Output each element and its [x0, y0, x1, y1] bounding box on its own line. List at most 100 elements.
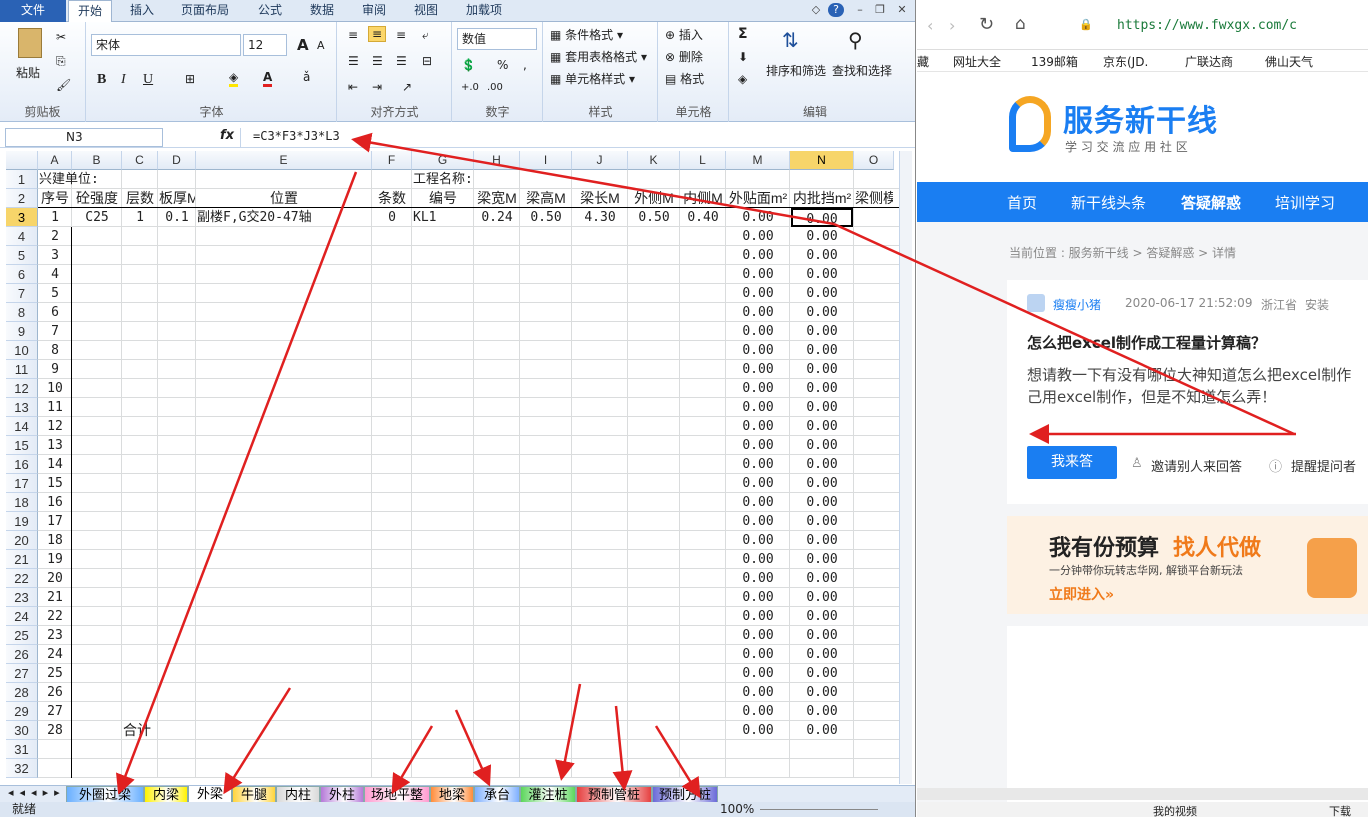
- zero-cell[interactable]: 0.00: [791, 474, 853, 493]
- data-cell[interactable]: 0.24: [475, 208, 519, 227]
- tab-home[interactable]: 开始: [68, 0, 112, 23]
- row-number-cell[interactable]: 21: [39, 588, 71, 607]
- data-cell[interactable]: 0: [373, 208, 411, 227]
- row-number-cell[interactable]: 24: [39, 645, 71, 664]
- bold-button[interactable]: B: [97, 72, 106, 88]
- zero-cell[interactable]: 0.00: [791, 265, 853, 284]
- data-cell[interactable]: 副楼F,G交20-47轴: [197, 208, 371, 227]
- promo-banner[interactable]: 我有份预算 找人代做 一分钟带你玩转志华网, 解锁平台新玩法 立即进入»: [1007, 516, 1368, 614]
- row-number-cell[interactable]: 19: [39, 550, 71, 569]
- header-cell[interactable]: 梁高M: [521, 189, 571, 208]
- row-header[interactable]: 20: [6, 531, 38, 550]
- spreadsheet-grid[interactable]: A B C D E F G H I J K L M N O 1 2 3 4 5 6 7 8 9 10 11 12 13 14 15 16 17…: [6, 151, 899, 784]
- bookmark-item[interactable]: 网址大全: [953, 53, 1001, 70]
- row-header[interactable]: 4: [6, 227, 38, 246]
- row-header[interactable]: 14: [6, 417, 38, 436]
- copy-icon[interactable]: ⎘: [56, 54, 66, 69]
- zero-cell[interactable]: 0.00: [727, 531, 789, 550]
- row-header[interactable]: 24: [6, 607, 38, 626]
- row-header[interactable]: 22: [6, 569, 38, 588]
- row-number-cell[interactable]: 23: [39, 626, 71, 645]
- align-right-icon[interactable]: ☰: [396, 54, 407, 68]
- font-color-icon[interactable]: A: [263, 70, 273, 87]
- sort-filter-icon[interactable]: ⇅: [782, 28, 799, 52]
- sheet-tab[interactable]: 外圈过梁: [66, 786, 144, 803]
- number-format-select[interactable]: 数值: [457, 28, 537, 50]
- row-number-cell[interactable]: 9: [39, 360, 71, 379]
- border-icon[interactable]: ⊞: [185, 72, 195, 86]
- zero-cell[interactable]: 0.00: [727, 265, 789, 284]
- column-header-e[interactable]: E: [196, 151, 372, 170]
- row-number-cell[interactable]: 13: [39, 436, 71, 455]
- zero-cell[interactable]: 0.00: [727, 588, 789, 607]
- site-name[interactable]: 服务新干线: [1063, 96, 1218, 140]
- tab-addins[interactable]: 加载项: [456, 0, 512, 22]
- cut-icon[interactable]: ✂: [56, 30, 66, 44]
- question-tag[interactable]: 安装: [1305, 296, 1329, 313]
- zero-cell[interactable]: 0.00: [791, 246, 853, 265]
- paste-icon[interactable]: [18, 28, 42, 58]
- header-cell[interactable]: 外贴面m²: [727, 189, 789, 208]
- row-header[interactable]: 3: [6, 208, 38, 227]
- zero-cell[interactable]: 0.00: [791, 360, 853, 379]
- row-number-cell[interactable]: 18: [39, 531, 71, 550]
- data-cell[interactable]: 0.00: [727, 208, 789, 227]
- sort-filter-button[interactable]: 排序和筛选: [766, 62, 826, 79]
- sheet-tab[interactable]: 预制方桩: [652, 786, 718, 803]
- row-header[interactable]: 28: [6, 683, 38, 702]
- align-center-icon[interactable]: ☰: [372, 54, 383, 68]
- row-header[interactable]: 9: [6, 322, 38, 341]
- merge-center-icon[interactable]: ⊟: [422, 54, 432, 68]
- row-header[interactable]: 17: [6, 474, 38, 493]
- zero-cell[interactable]: 0.00: [727, 227, 789, 246]
- data-cell[interactable]: KL1: [413, 208, 473, 227]
- column-header-c[interactable]: C: [122, 151, 158, 170]
- sheet-tab[interactable]: 内柱: [276, 786, 320, 803]
- find-select-button[interactable]: 查找和选择: [832, 62, 892, 79]
- binoculars-icon[interactable]: ⚲: [848, 28, 863, 52]
- row-header[interactable]: 11: [6, 360, 38, 379]
- conditional-format-button[interactable]: ▦ 条件格式 ▾: [550, 26, 623, 43]
- header-cell[interactable]: 外侧M: [629, 189, 679, 208]
- fill-color-icon[interactable]: ◈: [229, 70, 239, 87]
- zero-cell[interactable]: 0.00: [727, 721, 789, 740]
- row-number-cell[interactable]: 11: [39, 398, 71, 417]
- data-cell[interactable]: 1: [123, 208, 157, 227]
- row-number-cell[interactable]: 6: [39, 303, 71, 322]
- data-cell[interactable]: 0.40: [681, 208, 725, 227]
- row-number-cell[interactable]: 26: [39, 683, 71, 702]
- row-number-cell[interactable]: 22: [39, 607, 71, 626]
- clear-icon[interactable]: ◈: [738, 72, 747, 86]
- header-cell[interactable]: 内侧M: [681, 189, 725, 208]
- shrink-font-button[interactable]: A: [317, 39, 325, 52]
- column-header-i[interactable]: I: [520, 151, 572, 170]
- row-number-cell[interactable]: 3: [39, 246, 71, 265]
- sheet-tab[interactable]: 灌注桩: [520, 786, 576, 803]
- row-header[interactable]: 19: [6, 512, 38, 531]
- column-header-h[interactable]: H: [474, 151, 520, 170]
- row-number-cell[interactable]: 14: [39, 455, 71, 474]
- data-cell[interactable]: 1: [39, 208, 71, 227]
- row-header[interactable]: 23: [6, 588, 38, 607]
- header-cell[interactable]: 条数: [373, 189, 411, 208]
- font-size-select[interactable]: 12: [243, 34, 287, 56]
- zero-cell[interactable]: 0.00: [727, 569, 789, 588]
- remind-button[interactable]: 提醒提问者: [1291, 456, 1356, 475]
- header-cell[interactable]: 序号: [39, 189, 71, 208]
- zero-cell[interactable]: 0.00: [727, 626, 789, 645]
- header-cell[interactable]: 梁侧模: [855, 189, 893, 208]
- row-number-cell[interactable]: 20: [39, 569, 71, 588]
- row-header[interactable]: 8: [6, 303, 38, 322]
- back-icon[interactable]: ‹: [927, 16, 933, 35]
- zero-cell[interactable]: 0.00: [791, 607, 853, 626]
- zero-cell[interactable]: 0.00: [727, 607, 789, 626]
- paste-button[interactable]: 粘贴: [16, 64, 40, 81]
- nav-headlines[interactable]: 新干线头条: [1071, 192, 1146, 213]
- align-bottom-icon[interactable]: ≡: [396, 28, 406, 42]
- column-header-j[interactable]: J: [572, 151, 628, 170]
- row-number-cell[interactable]: 15: [39, 474, 71, 493]
- name-box[interactable]: N3: [5, 128, 163, 147]
- site-logo-icon[interactable]: [1009, 96, 1051, 152]
- row-header[interactable]: 29: [6, 702, 38, 721]
- tab-data[interactable]: 数据: [300, 0, 344, 22]
